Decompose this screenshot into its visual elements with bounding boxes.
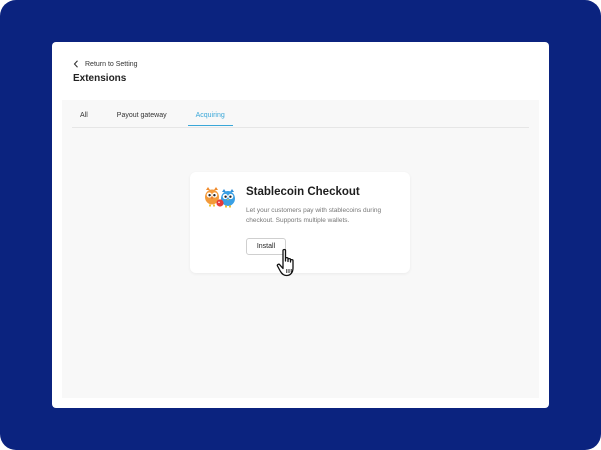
tab-payout-gateway[interactable]: Payout gateway (109, 109, 175, 125)
app-frame: Return to Setting Extensions All Payout … (0, 0, 601, 450)
extensions-content: All Payout gateway Acquiring Stablecoin … (62, 100, 539, 398)
extension-card: Stablecoin Checkout Let your customers p… (190, 172, 410, 277)
tab-bar: All Payout gateway Acquiring (72, 109, 529, 128)
page-title: Extensions (73, 73, 127, 84)
return-to-setting-link[interactable]: Return to Setting (73, 57, 138, 71)
chevron-left-icon (73, 60, 78, 68)
hand-pointer-icon (276, 248, 294, 277)
tab-acquiring[interactable]: Acquiring (187, 109, 233, 126)
tab-all[interactable]: All (72, 109, 96, 125)
extensions-window: Return to Setting Extensions All Payout … (52, 42, 549, 408)
return-to-setting-label: Return to Setting (85, 60, 138, 68)
owl-mascots-icon (205, 187, 235, 208)
extension-description: Let your customers pay with stablecoins … (246, 207, 382, 224)
extension-title: Stablecoin Checkout (246, 186, 360, 198)
